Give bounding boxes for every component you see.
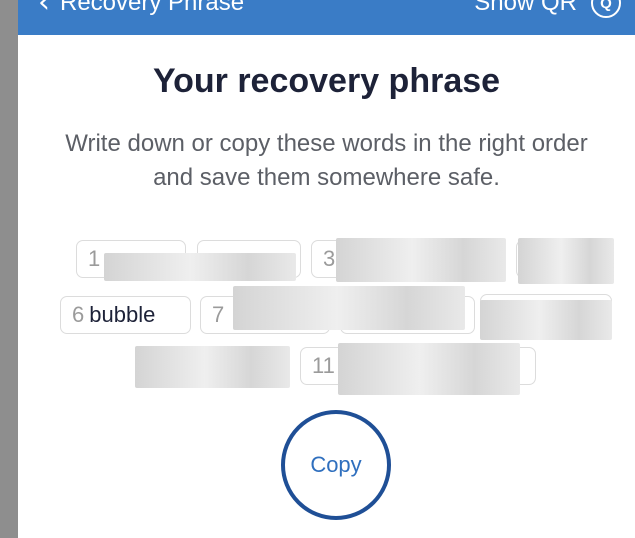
show-qr-label: Show QR xyxy=(474,0,577,16)
navigation-bar: ‹ Recovery Phrase Show QR Q xyxy=(18,0,635,35)
qr-icon: Q xyxy=(591,0,621,18)
word-index: 3 xyxy=(323,246,336,271)
redaction-blur xyxy=(518,238,614,284)
word-index: 1 xyxy=(88,246,101,271)
copy-highlight-circle: Copy xyxy=(281,410,391,520)
page-subtitle: Write down or copy these words in the ri… xyxy=(65,130,588,191)
redaction-blur xyxy=(135,346,290,388)
copy-button[interactable]: Copy xyxy=(310,452,361,478)
back-button-label: Recovery Phrase xyxy=(60,0,245,16)
chevron-left-icon: ‹ xyxy=(38,0,50,20)
word-index: 6 xyxy=(72,302,85,327)
word-chip: 6 bubble xyxy=(60,296,191,334)
redaction-blur xyxy=(233,286,465,330)
phone-screen: ‹ Recovery Phrase Show QR Q Your recover… xyxy=(18,0,635,538)
redaction-blur xyxy=(338,343,520,395)
redaction-blur xyxy=(336,238,506,282)
word-index: 11 xyxy=(312,353,335,378)
back-button[interactable]: ‹ Recovery Phrase xyxy=(38,0,244,18)
word-index: 7 xyxy=(212,302,225,327)
word-text: bubble xyxy=(89,302,156,327)
page-title: Your recovery phrase xyxy=(152,62,501,100)
redaction-blur xyxy=(480,300,612,340)
redaction-blur xyxy=(104,253,296,281)
show-qr-button[interactable]: Show QR Q xyxy=(474,0,621,18)
